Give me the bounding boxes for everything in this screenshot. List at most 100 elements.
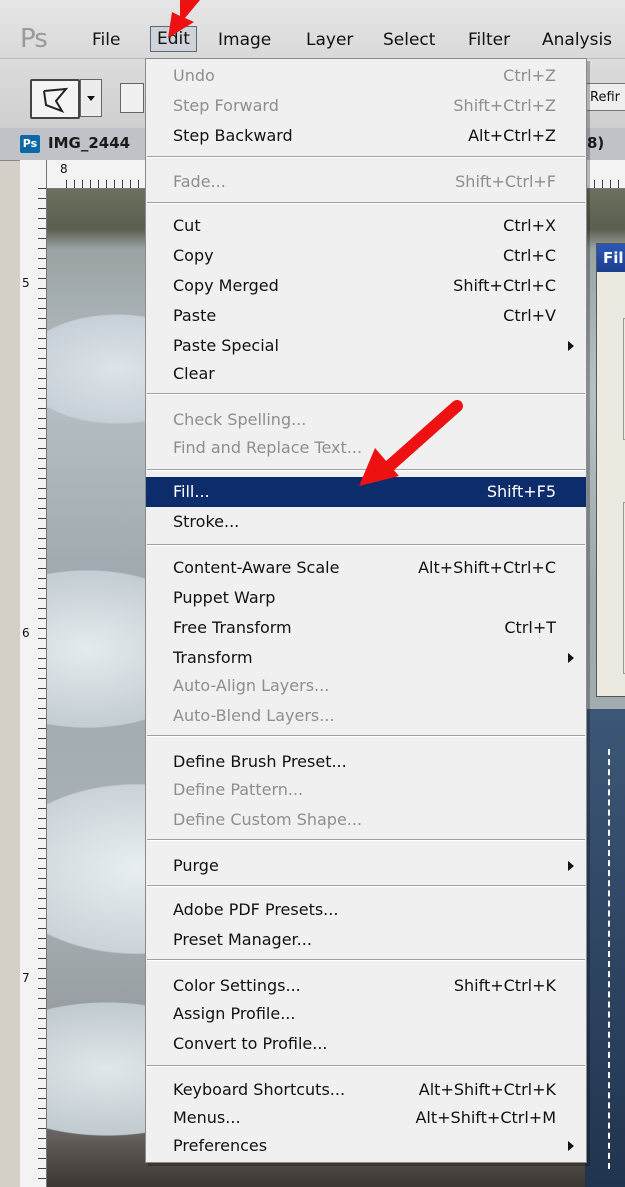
menu-item-preset-manager[interactable]: Preset Manager...: [146, 925, 586, 955]
menu-item-step-backward[interactable]: Step Backward Alt+Ctrl+Z: [146, 121, 586, 151]
menu-item-stroke[interactable]: Stroke...: [146, 507, 586, 537]
menu-item-content-aware-scale[interactable]: Content-Aware Scale Alt+Shift+Ctrl+C: [146, 553, 586, 583]
menu-item-shortcut: Ctrl+V: [503, 306, 556, 325]
new-selection-button[interactable]: [120, 83, 144, 113]
ruler-origin[interactable]: [20, 160, 47, 189]
menu-item-label: Preset Manager...: [173, 930, 312, 949]
menu-item-label: Preferences: [173, 1136, 268, 1155]
menu-item-define-pattern[interactable]: Define Pattern...: [146, 775, 586, 805]
menu-item-paste-special[interactable]: Paste Special: [146, 331, 586, 361]
menu-select[interactable]: Select: [383, 30, 435, 50]
menu-item-shortcut: Alt+Shift+Ctrl+M: [415, 1108, 556, 1127]
menu-item-label: Adobe PDF Presets...: [173, 900, 339, 919]
menu-item-convert-profile[interactable]: Convert to Profile...: [146, 1029, 586, 1059]
tool-preset-dropdown[interactable]: [80, 79, 102, 117]
menu-item-label: Copy: [173, 246, 214, 265]
menu-item-transform[interactable]: Transform: [146, 643, 586, 673]
ruler-label: 8: [60, 162, 68, 176]
document-title-suffix: 8): [587, 134, 605, 152]
menu-item-copy-merged[interactable]: Copy Merged Shift+Ctrl+C: [146, 271, 586, 301]
menu-item-label: Paste Special: [173, 336, 279, 355]
menu-item-label: Fade...: [173, 172, 226, 191]
menu-item-label: Stroke...: [173, 512, 240, 531]
fill-dialog: Fil: [596, 243, 625, 697]
refine-edge-button[interactable]: Refir: [585, 83, 625, 111]
menu-item-free-transform[interactable]: Free Transform Ctrl+T: [146, 613, 586, 643]
ruler-label: 6: [22, 626, 30, 640]
chevron-down-icon: [87, 96, 95, 101]
menu-item-label: Clear: [173, 364, 215, 383]
menu-item-shortcut: Shift+Ctrl+Z: [453, 96, 556, 115]
menu-item-label: Purge: [173, 856, 219, 875]
menu-item-label: Color Settings...: [173, 976, 301, 995]
menu-item-label: Assign Profile...: [173, 1004, 296, 1023]
ps-file-icon: Ps: [20, 135, 40, 153]
ruler-vertical[interactable]: 5 6 7: [20, 188, 47, 1187]
menu-bar: Ps File Edit Image Layer Select Filter A…: [0, 0, 625, 58]
annotation-arrow-icon: [359, 400, 463, 486]
menu-item-label: Paste: [173, 306, 217, 325]
menu-item-shortcut: Ctrl+X: [503, 216, 556, 235]
menu-item-copy[interactable]: Copy Ctrl+C: [146, 241, 586, 271]
menu-item-label: Auto-Blend Layers...: [173, 706, 335, 725]
menu-separator: [147, 202, 585, 204]
menu-item-shortcut: Ctrl+C: [502, 246, 556, 265]
menu-item-undo[interactable]: Undo Ctrl+Z: [146, 61, 586, 91]
ruler-ticks: [38, 188, 46, 1187]
menu-item-label: Check Spelling...: [173, 410, 307, 429]
menu-item-define-brush[interactable]: Define Brush Preset...: [146, 747, 586, 777]
menu-item-auto-blend-layers[interactable]: Auto-Blend Layers...: [146, 701, 586, 731]
menu-item-shortcut: Shift+Ctrl+K: [453, 976, 556, 995]
edit-menu: Undo Ctrl+Z Step Forward Shift+Ctrl+Z St…: [145, 58, 587, 1163]
menu-item-label: Copy Merged: [173, 276, 279, 295]
menu-item-menus[interactable]: Menus... Alt+Shift+Ctrl+M: [146, 1103, 586, 1133]
menu-item-define-custom-shape[interactable]: Define Custom Shape...: [146, 805, 586, 835]
menu-item-label: Define Brush Preset...: [173, 752, 347, 771]
menu-file[interactable]: File: [92, 30, 120, 50]
menu-separator: [147, 839, 585, 841]
menu-analysis[interactable]: Analysis: [542, 30, 612, 50]
menu-item-shortcut: Alt+Shift+Ctrl+K: [418, 1080, 556, 1099]
menu-item-label: Content-Aware Scale: [173, 558, 340, 577]
menu-layer[interactable]: Layer: [306, 30, 353, 50]
menu-item-label: Undo: [173, 66, 215, 85]
menu-item-label: Define Custom Shape...: [173, 810, 363, 829]
menu-item-label: Define Pattern...: [173, 780, 304, 799]
menu-item-keyboard-shortcuts[interactable]: Keyboard Shortcuts... Alt+Shift+Ctrl+K: [146, 1075, 586, 1105]
menu-item-puppet-warp[interactable]: Puppet Warp: [146, 583, 586, 613]
fill-dialog-title: Fil: [597, 244, 625, 272]
submenu-arrow-icon: [568, 1141, 574, 1151]
menu-item-purge[interactable]: Purge: [146, 851, 586, 881]
menu-item-color-settings[interactable]: Color Settings... Shift+Ctrl+K: [146, 971, 586, 1001]
menu-item-shortcut: Shift+F5: [486, 482, 556, 501]
menu-item-label: Menus...: [173, 1108, 241, 1127]
menu-separator: [147, 393, 585, 395]
menu-separator: [147, 544, 585, 546]
menu-item-label: Puppet Warp: [173, 588, 276, 607]
menu-item-shortcut: Shift+Ctrl+C: [453, 276, 556, 295]
menu-item-shortcut: Shift+Ctrl+F: [455, 172, 556, 191]
ruler-label: 7: [22, 971, 30, 985]
menu-item-fade[interactable]: Fade... Shift+Ctrl+F: [146, 167, 586, 197]
menu-separator: [147, 885, 585, 887]
menu-image[interactable]: Image: [218, 30, 271, 50]
menu-item-preferences[interactable]: Preferences: [146, 1131, 586, 1161]
menu-item-clear[interactable]: Clear: [146, 359, 586, 389]
menu-item-cut[interactable]: Cut Ctrl+X: [146, 211, 586, 241]
menu-item-shortcut: Alt+Shift+Ctrl+C: [418, 558, 556, 577]
menu-separator: [147, 156, 585, 158]
submenu-arrow-icon: [568, 341, 574, 351]
photoshop-window: Ps File Edit Image Layer Select Filter A…: [0, 0, 625, 1187]
menu-item-adobe-pdf-presets[interactable]: Adobe PDF Presets...: [146, 895, 586, 925]
menu-item-assign-profile[interactable]: Assign Profile...: [146, 999, 586, 1029]
lasso-tool-button[interactable]: [30, 79, 80, 119]
menu-item-label: Step Forward: [173, 96, 279, 115]
menu-item-step-forward[interactable]: Step Forward Shift+Ctrl+Z: [146, 91, 586, 121]
menu-filter[interactable]: Filter: [468, 30, 510, 50]
menu-item-label: Auto-Align Layers...: [173, 676, 330, 695]
menu-item-shortcut: Alt+Ctrl+Z: [468, 126, 556, 145]
menu-item-auto-align-layers[interactable]: Auto-Align Layers...: [146, 671, 586, 701]
submenu-arrow-icon: [568, 861, 574, 871]
menu-item-shortcut: Ctrl+T: [504, 618, 556, 637]
menu-item-paste[interactable]: Paste Ctrl+V: [146, 301, 586, 331]
